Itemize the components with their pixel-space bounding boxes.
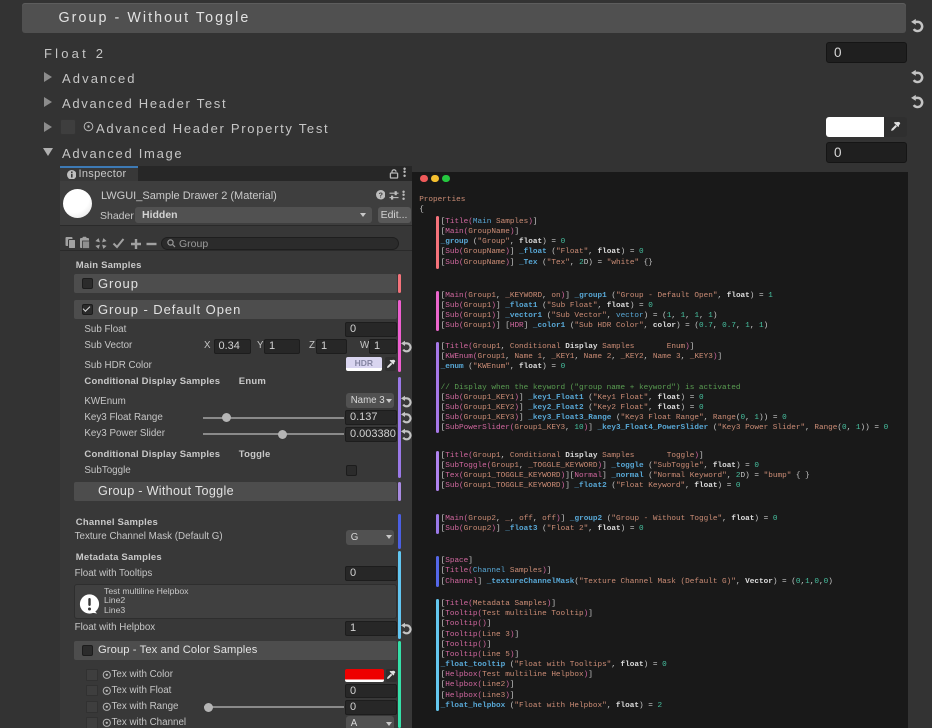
svg-text:?: ? [378, 190, 383, 199]
